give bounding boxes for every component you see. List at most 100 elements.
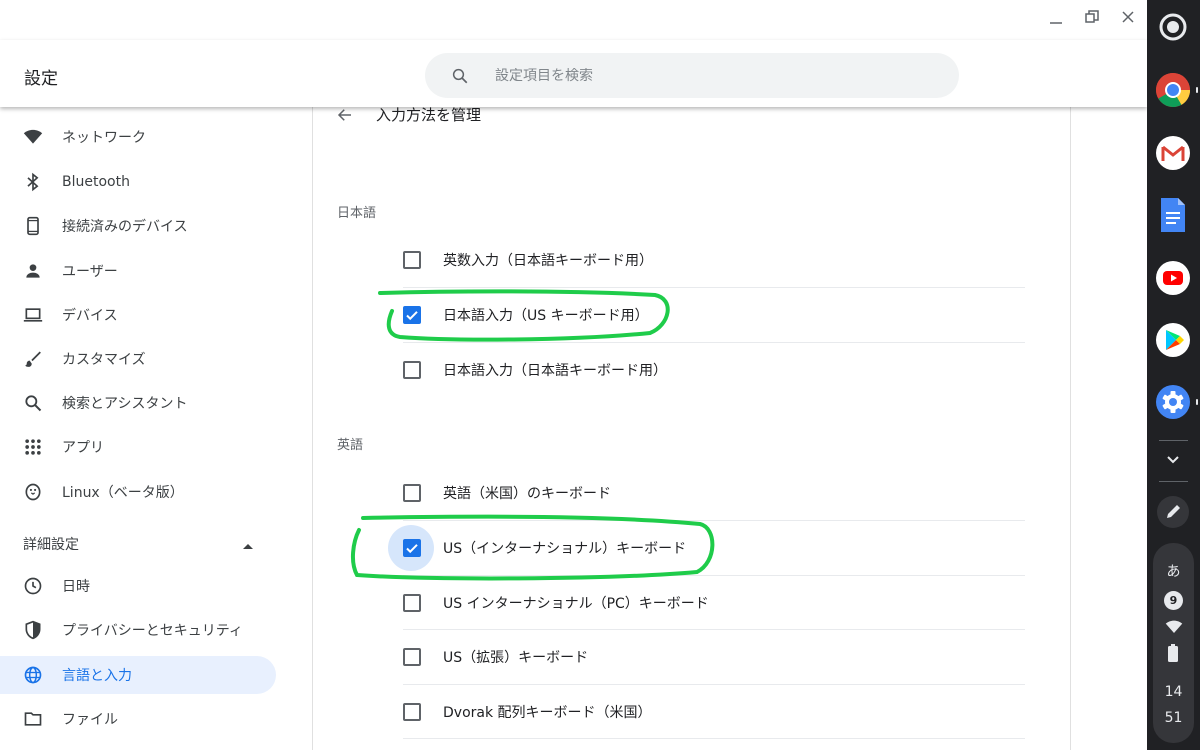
sidebar-item-label: 日時 (62, 579, 90, 595)
arrow-up-icon (242, 535, 254, 554)
play-store-app[interactable] (1153, 320, 1193, 360)
docs-icon (1161, 198, 1185, 232)
sidebar-item-personalization[interactable]: カスタマイズ (0, 340, 276, 378)
ime-row-us-extended[interactable]: US（拡張）キーボード (403, 629, 1025, 683)
ime-label: US（拡張）キーボード (443, 649, 589, 666)
running-indicator (1196, 399, 1198, 405)
sidebar-item-languages-input[interactable]: 言語と入力 (0, 656, 276, 694)
search-input[interactable] (495, 67, 895, 84)
shelf-overflow-button[interactable] (1153, 440, 1193, 480)
sidebar-item-apps[interactable]: アプリ (0, 428, 276, 466)
sidebar-item-bluetooth[interactable]: Bluetooth (0, 163, 276, 201)
checkbox[interactable] (403, 360, 421, 379)
running-indicator (1196, 87, 1198, 93)
pen-icon (1157, 496, 1189, 528)
person-icon (23, 261, 43, 281)
ime-row-english-us[interactable]: 英語（米国）のキーボード (403, 466, 1025, 520)
check-icon (406, 310, 418, 320)
notification-count: 9 (1169, 594, 1178, 607)
sidebar-item-network[interactable]: ネットワーク (0, 118, 276, 156)
section-label-english: 英語 (337, 438, 364, 453)
clock-icon (23, 576, 43, 596)
sidebar-item-device[interactable]: デバイス (0, 296, 276, 334)
ime-label: 英数入力（日本語キーボード用） (443, 253, 653, 269)
gmail-app[interactable] (1153, 133, 1193, 173)
shelf: あ 9 14 51 (1147, 0, 1200, 750)
checkbox[interactable] (403, 593, 421, 612)
close-button[interactable] (1119, 8, 1137, 26)
ime-row-dvorak[interactable]: Dvorak 配列キーボード（米国） (403, 684, 1025, 738)
ime-label: 英語（米国）のキーボード (443, 486, 611, 502)
sidebar-item-users[interactable]: ユーザー (0, 252, 276, 290)
ime-label: US（インターナショナル）キーボード (443, 540, 687, 557)
clock-hour: 14 (1164, 684, 1183, 700)
settings-header: 設定 (0, 40, 1147, 107)
advanced-settings-label: 詳細設定 (23, 537, 79, 553)
sidebar-item-label: 検索とアシスタント (62, 396, 188, 412)
brush-icon (23, 349, 43, 369)
ime-label: 日本語入力（日本語キーボード用） (443, 362, 667, 379)
restore-button[interactable] (1083, 8, 1101, 26)
sidebar-item-date-time[interactable]: 日時 (0, 567, 276, 605)
ime-row-japanese-us[interactable]: 日本語入力（US キーボード用） (403, 287, 1025, 341)
shelf-divider (1159, 481, 1188, 482)
docs-app[interactable] (1153, 195, 1193, 235)
sidebar-item-label: 言語と入力 (62, 668, 132, 684)
section-label-japanese: 日本語 (337, 206, 377, 221)
app-title: 設定 (24, 69, 58, 89)
search-icon (23, 393, 43, 413)
sidebar-item-privacy-security[interactable]: プライバシーとセキュリティ (0, 611, 276, 649)
phone-icon (23, 216, 43, 236)
ime-row-us-international[interactable]: US（インターナショナル）キーボード (388, 520, 1025, 574)
checkbox-checked[interactable] (403, 538, 421, 557)
launcher-button[interactable] (1153, 7, 1193, 47)
wifi-icon (23, 127, 43, 147)
ime-row-us-international-pc[interactable]: US インターナショナル（PC）キーボード (403, 575, 1025, 629)
sidebar-item-files[interactable]: ファイル (0, 700, 276, 738)
list-divider (403, 738, 1025, 750)
folder-icon (23, 709, 43, 729)
chevron-down-icon (1167, 456, 1179, 464)
ime-indicator: あ (1166, 564, 1181, 580)
sidebar-item-label: Linux（ベータ版） (62, 485, 184, 501)
page-title: 入力方法を管理 (376, 106, 482, 124)
sidebar-item-label: カスタマイズ (62, 352, 146, 368)
chrome-app[interactable] (1153, 70, 1193, 110)
sidebar-item-label: ユーザー (62, 264, 118, 280)
ime-row-japanese-jp[interactable]: 日本語入力（日本語キーボード用） (403, 342, 1025, 396)
checkbox[interactable] (403, 484, 421, 502)
checkbox-checked[interactable] (403, 305, 421, 324)
checkbox[interactable] (403, 251, 421, 269)
sidebar-item-linux[interactable]: Linux（ベータ版） (0, 473, 276, 511)
ime-label: 日本語入力（US キーボード用） (443, 307, 649, 324)
gmail-icon (1156, 136, 1190, 170)
settings-app-icon (1156, 385, 1190, 419)
clock-minute: 51 (1164, 710, 1183, 726)
status-tray[interactable]: あ 9 14 51 (1153, 543, 1194, 743)
checkbox[interactable] (403, 702, 421, 721)
sidebar-item-label: ネットワーク (62, 130, 146, 146)
sidebar-item-label: ファイル (62, 712, 118, 728)
checkbox[interactable] (403, 647, 421, 666)
bluetooth-icon (23, 172, 43, 192)
minimize-button[interactable] (1047, 8, 1065, 26)
apps-grid-icon (23, 437, 43, 457)
search-box[interactable] (425, 53, 959, 98)
settings-app[interactable] (1153, 382, 1193, 422)
ime-row-alphanumeric-jp[interactable]: 英数入力（日本語キーボード用） (403, 233, 1025, 287)
sidebar-item-label: デバイス (62, 308, 118, 324)
settings-window: 設定 ネットワーク Bluetooth 接続済みのデバイス ユーザー デバイス (0, 0, 1147, 750)
ime-label: US インターナショナル（PC）キーボード (443, 595, 709, 612)
youtube-icon (1156, 261, 1190, 295)
search-icon (452, 68, 468, 83)
sidebar-item-label: プライバシーとセキュリティ (62, 623, 243, 639)
sidebar-item-connected-devices[interactable]: 接続済みのデバイス (0, 207, 276, 245)
check-icon (406, 543, 418, 553)
youtube-app[interactable] (1153, 258, 1193, 298)
advanced-settings-toggle[interactable]: 詳細設定 (0, 525, 276, 563)
sidebar-item-search-assistant[interactable]: 検索とアシスタント (0, 384, 276, 422)
back-button[interactable] (334, 104, 356, 126)
stylus-tools-button[interactable] (1153, 492, 1193, 532)
ime-label: Dvorak 配列キーボード（米国） (443, 704, 652, 721)
launcher-icon (1159, 13, 1187, 41)
